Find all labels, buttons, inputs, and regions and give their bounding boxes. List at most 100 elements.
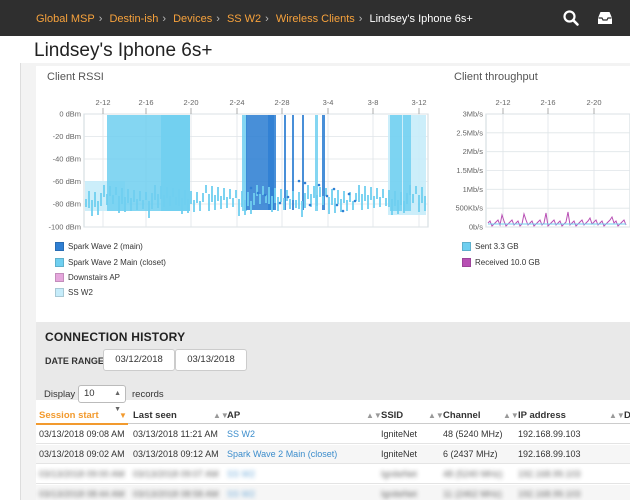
cell-last-seen: 03/13/2018 11:21 AM bbox=[133, 429, 218, 439]
col-ssid[interactable]: SSID bbox=[381, 410, 403, 421]
rssi-point bbox=[325, 194, 329, 198]
cell-session-start: 03/13/2018 09:00 AM bbox=[39, 469, 125, 479]
breadcrumb-separator: › bbox=[216, 13, 220, 25]
rssi-legend-spark-main[interactable]: Spark Wave 2 (main) bbox=[55, 242, 143, 253]
legend-swatch bbox=[55, 258, 64, 268]
rssi-point bbox=[335, 203, 339, 207]
legend-swatch bbox=[55, 242, 64, 252]
col-channel[interactable]: Channel bbox=[443, 410, 480, 421]
rssi-y-tick: -80 dBm bbox=[53, 200, 81, 209]
sort-icon[interactable]: ▲▼ bbox=[609, 411, 625, 420]
col-ip-address[interactable]: IP address bbox=[518, 410, 566, 421]
cell-session-start: 03/13/2018 08:44 AM bbox=[39, 489, 125, 499]
connection-history-title: CONNECTION HISTORY bbox=[45, 330, 186, 344]
cell-ssid: IgniteNet bbox=[381, 429, 418, 439]
legend-swatch bbox=[462, 258, 471, 268]
cell-last-seen: 03/13/2018 09:07 AM bbox=[133, 469, 219, 479]
rssi-bar-main bbox=[284, 115, 286, 210]
rssi-point bbox=[341, 209, 345, 213]
page-title: Lindsey's Iphone 6s+ bbox=[34, 40, 213, 61]
breadcrumb-wireless-clients[interactable]: Wireless Clients bbox=[276, 13, 355, 25]
throughput-y-tick: 500Kb/s bbox=[455, 204, 483, 213]
throughput-y-tick: 3Mb/s bbox=[463, 110, 484, 119]
legend-label: Sent 3.3 GB bbox=[475, 242, 519, 251]
col-d[interactable]: D bbox=[624, 410, 630, 421]
rssi-chart: 0 dBm -20 dBm -40 dBm -60 dBm -80 dBm -100 dB… bbox=[48, 98, 429, 232]
throughput-x-tick: 2-16 bbox=[540, 98, 555, 107]
throughput-y-tick: 2Mb/s bbox=[463, 147, 484, 156]
throughput-y-tick: 0b/s bbox=[469, 223, 483, 232]
legend-label: Spark Wave 2 Main (closet) bbox=[68, 258, 166, 267]
rssi-bar-main bbox=[322, 115, 325, 210]
rssi-x-tick: 2-24 bbox=[229, 98, 244, 107]
breadcrumb-destin-ish[interactable]: Destin-ish bbox=[109, 13, 158, 25]
col-last-seen[interactable]: Last seen bbox=[133, 410, 177, 421]
breadcrumb-global-msp[interactable]: Global MSP bbox=[36, 13, 95, 25]
rssi-x-tick: 2-28 bbox=[274, 98, 289, 107]
col-session-start[interactable]: Session start bbox=[39, 410, 99, 421]
breadcrumb-ss-w2[interactable]: SS W2 bbox=[227, 13, 261, 25]
rssi-legend-spark-closet[interactable]: Spark Wave 2 Main (closet) bbox=[55, 258, 166, 269]
cell-session-start: 03/13/2018 09:08 AM bbox=[39, 429, 125, 439]
legend-label: SS W2 bbox=[68, 288, 93, 297]
date-to-input[interactable]: 03/13/2018 bbox=[175, 349, 247, 371]
col-ap[interactable]: AP bbox=[227, 410, 240, 421]
throughput-legend-received[interactable]: Received 10.0 GB bbox=[462, 258, 540, 269]
cell-ap-link[interactable]: SS W2 bbox=[227, 425, 255, 444]
rssi-point bbox=[278, 201, 282, 205]
cell-ap-link[interactable]: SS W2 bbox=[227, 465, 255, 484]
rssi-y-tick: 0 dBm bbox=[59, 110, 81, 119]
cell-ip: 192.168.99.103 bbox=[518, 449, 581, 459]
table-row[interactable]: 03/13/2018 09:00 AM 03/13/2018 09:07 AM … bbox=[36, 465, 630, 484]
rssi-bar-main bbox=[302, 115, 304, 210]
legend-swatch bbox=[55, 273, 64, 283]
inbox-icon[interactable] bbox=[596, 9, 614, 27]
records-per-page-value: 10 bbox=[84, 388, 95, 399]
breadcrumb-devices[interactable]: Devices bbox=[173, 13, 212, 25]
table-row[interactable]: 03/13/2018 09:02 AM 03/13/2018 09:12 AM … bbox=[36, 445, 630, 464]
cell-last-seen: 03/13/2018 08:58 AM bbox=[133, 489, 219, 499]
breadcrumb-current: Lindsey's Iphone 6s+ bbox=[369, 13, 473, 25]
rssi-legend-downstairs[interactable]: Downstairs AP bbox=[55, 273, 120, 284]
records-label: records bbox=[132, 389, 164, 400]
throughput-y-tick: 2.5Mb/s bbox=[456, 128, 483, 137]
rssi-chart-title: Client RSSI bbox=[47, 71, 104, 83]
table-row[interactable]: 03/13/2018 08:44 AM 03/13/2018 08:58 AM … bbox=[36, 485, 630, 500]
table-row[interactable]: 03/13/2018 09:08 AM 03/13/2018 11:21 AM … bbox=[36, 425, 630, 444]
rssi-x-tick: 3-12 bbox=[411, 98, 426, 107]
rssi-point bbox=[249, 186, 253, 190]
sort-icon[interactable]: ▲▼ bbox=[503, 411, 519, 420]
top-bar: Global MSP › Destin-ish › Devices › SS W2 › … bbox=[0, 0, 630, 36]
throughput-x-tick: 2-20 bbox=[586, 98, 601, 107]
cell-channel: 48 (5240 MHz) bbox=[443, 429, 503, 439]
records-per-page-select[interactable]: 10 ▲ ▼ bbox=[78, 385, 126, 413]
sort-icon[interactable]: ▲▼ bbox=[366, 411, 382, 420]
cell-ip: 192.168.99.103 bbox=[518, 469, 581, 479]
date-range-label: DATE RANGE bbox=[45, 356, 104, 366]
rssi-x-tick: 3-4 bbox=[323, 98, 334, 107]
sort-icon[interactable]: ▲▼ bbox=[428, 411, 444, 420]
rssi-point bbox=[270, 187, 274, 191]
rssi-x-tick: 2-20 bbox=[183, 98, 198, 107]
cell-ssid: IgniteNet bbox=[381, 489, 418, 499]
cell-ip: 192.168.99.103 bbox=[518, 429, 581, 439]
search-icon[interactable] bbox=[562, 9, 580, 27]
throughput-legend-sent[interactable]: Sent 3.3 GB bbox=[462, 242, 519, 253]
date-from-input[interactable]: 03/12/2018 bbox=[103, 349, 175, 371]
cell-ap-link[interactable]: Spark Wave 2 Main (closet) bbox=[227, 445, 337, 464]
display-label: Display bbox=[44, 389, 76, 400]
sort-desc-icon[interactable]: ▼ bbox=[119, 411, 127, 420]
cell-ap-link[interactable]: SS W2 bbox=[227, 485, 255, 500]
rssi-point bbox=[297, 179, 301, 183]
rssi-point bbox=[317, 183, 321, 187]
rssi-point bbox=[353, 199, 357, 203]
throughput-chart-title: Client throughput bbox=[454, 71, 538, 83]
rssi-point bbox=[286, 195, 290, 199]
rssi-y-tick: -100 dBm bbox=[48, 223, 81, 232]
rssi-y-tick: -60 dBm bbox=[53, 177, 81, 186]
rssi-y-tick: -20 dBm bbox=[53, 132, 81, 141]
breadcrumb: Global MSP › Destin-ish › Devices › SS W2 › … bbox=[36, 0, 473, 36]
legend-swatch bbox=[55, 288, 64, 298]
cell-session-start: 03/13/2018 09:02 AM bbox=[39, 449, 125, 459]
rssi-legend-ss-w2[interactable]: SS W2 bbox=[55, 288, 93, 299]
